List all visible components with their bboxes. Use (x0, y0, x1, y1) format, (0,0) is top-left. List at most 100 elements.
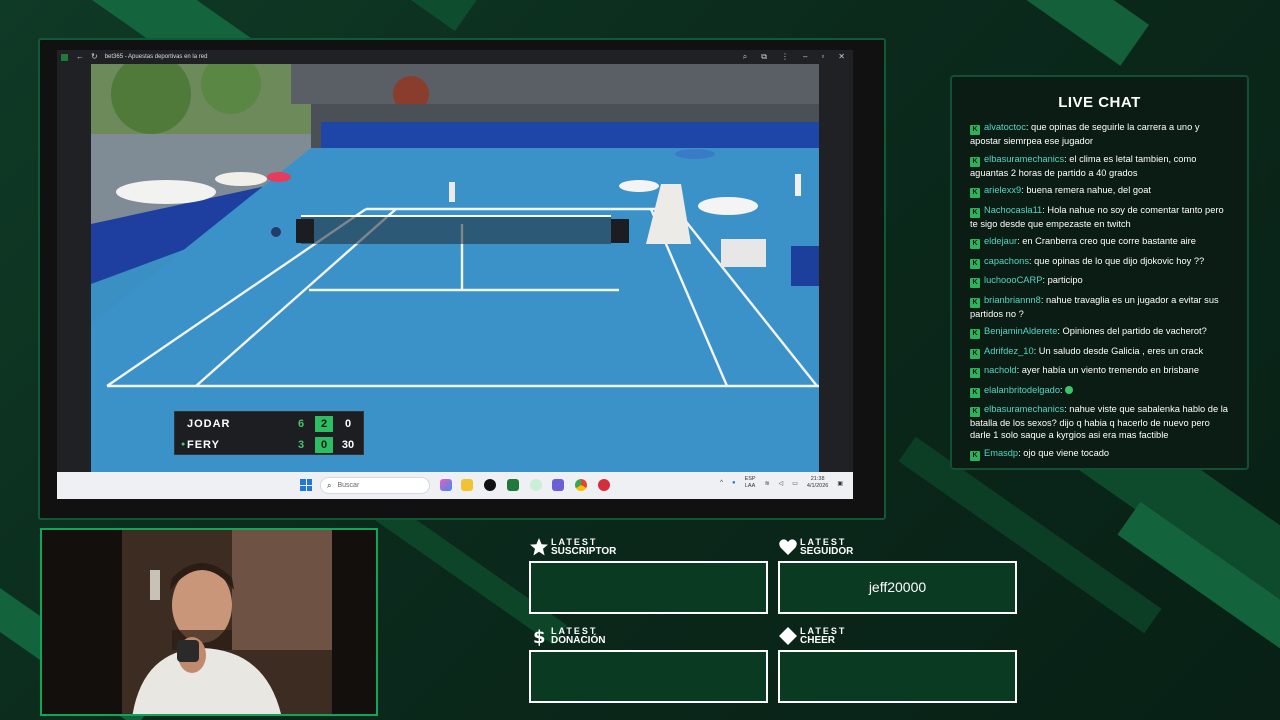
webcam-feed (42, 530, 376, 714)
latest-suscriptor-box (529, 561, 768, 614)
restore-button[interactable]: ▫ (821, 52, 824, 62)
chat-username[interactable]: Nachocasla11 (984, 205, 1042, 215)
latest-donacion-box (529, 650, 768, 703)
chat-badge-icon: K (970, 387, 980, 398)
extensions-icon[interactable]: ⧉ (761, 52, 767, 62)
tennis-video-stream[interactable]: JODAR 6 2 0 ● FERY 3 0 30 (91, 64, 819, 472)
chat-username[interactable]: BenjaminAlderete (984, 326, 1057, 336)
input-language[interactable]: ESP LAA (745, 476, 756, 490)
browser-title: bet365 - Apuestas deportivas en la red (104, 54, 208, 60)
latest-category: DONACIÓN (551, 635, 606, 646)
chat-badge-icon: K (970, 407, 980, 417)
scoreboard-row-player2: ● FERY 3 0 30 (175, 434, 365, 455)
chat-message: Kbrianbriannn8: nahue travaglia es un ju… (970, 294, 1232, 320)
chat-message: K Adrifdez_10: Un saludo desde Galicia , … (970, 345, 1232, 359)
latest-suscriptor-header: LATEST SUSCRIPTOR (529, 537, 616, 557)
chat-badge-icon: K (970, 239, 980, 249)
chat-message: K Emasdp: ojo que viene tocado (970, 447, 1232, 461)
whatsapp-icon[interactable] (530, 479, 542, 491)
chat-username[interactable]: elbasuramechanics (984, 154, 1064, 164)
latest-category: SEGUIDOR (800, 546, 854, 557)
chat-username[interactable]: capachons (984, 256, 1029, 266)
chat-badge-icon: K (970, 329, 980, 339)
language-code: ESP (744, 476, 756, 482)
live-chat-panel: LIVE CHAT Kalvatoctoc: que opinas de seg… (950, 75, 1249, 470)
chat-message: K Nachocasla11: Hola nahue no soy de come… (970, 204, 1232, 230)
chat-badge-icon: K (970, 125, 980, 135)
chat-messages-list: Kalvatoctoc: que opinas de seguirle la c… (970, 121, 1232, 466)
taskbar-clock[interactable]: 21:38 4/1/2026 (807, 476, 828, 490)
chat-message: Keldejaur: en Cranberra creo que corre b… (970, 235, 1232, 249)
clock-date: 4/1/2026 (806, 483, 829, 489)
svg-text:$: $ (533, 627, 546, 646)
latest-cheer-box (778, 650, 1017, 703)
chat-username[interactable]: elalanbritodelgado (984, 385, 1060, 395)
heart-icon (779, 539, 797, 555)
language-layout: LAA (744, 483, 756, 489)
chat-text: : Opiniones del partido de vacherot? (1057, 326, 1207, 336)
latest-seguidor-box: jeff20000 (778, 561, 1017, 614)
dollar-icon: $ (533, 627, 546, 646)
search-icon: ⌕ (327, 480, 332, 490)
media-app-icon[interactable] (598, 479, 610, 491)
latest-donacion-header: $ LATEST DONACIÓN (529, 626, 606, 647)
minimize-button[interactable]: – (803, 52, 807, 62)
chat-message: Karielexx9: buena remera nahue, del goat (970, 184, 1232, 198)
menu-dots-icon[interactable]: ⋮ (781, 52, 789, 62)
chat-username[interactable]: eldejaur (984, 236, 1017, 246)
chat-message: Kelbasuramechanics: nahue viste que saba… (970, 403, 1232, 441)
chat-badge-icon: K (970, 278, 980, 288)
teams-icon[interactable] (552, 479, 564, 491)
wifi-icon[interactable]: ≋ (765, 480, 770, 487)
chat-username[interactable]: elbasuramechanics (984, 404, 1064, 414)
chat-message: Kelbasuramechanics: el clima es letal ta… (970, 153, 1232, 179)
zoom-icon[interactable]: ⌕ (743, 52, 747, 62)
chat-text: : buena remera nahue, del goat (1021, 185, 1151, 195)
chat-message: KluchoooCARP: participo (970, 274, 1232, 288)
emote-icon (1065, 385, 1074, 394)
browser-titlebar: ← ↻ bet365 - Apuestas deportivas en la r… (57, 50, 853, 64)
game-score: 2 (315, 415, 333, 432)
windows-start-icon[interactable] (300, 479, 312, 491)
chat-username[interactable]: Adrifdez_10 (984, 346, 1034, 356)
chat-message: Kalvatoctoc: que opinas de seguirle la c… (970, 121, 1232, 147)
chat-username[interactable]: nachold (984, 365, 1017, 375)
chat-text: : que opinas de lo que dijo djokovic hoy… (1028, 255, 1205, 266)
reload-icon[interactable]: ↻ (91, 50, 98, 64)
chat-message: K BenjaminAlderete: Opiniones del partido… (970, 325, 1232, 339)
volume-icon[interactable]: ◁ (779, 480, 784, 487)
chat-username[interactable]: brianbriannn8 (984, 295, 1041, 305)
point-score: 0 (344, 417, 352, 430)
point-score: 30 (341, 438, 355, 451)
spreadsheet-app-icon[interactable] (507, 479, 519, 491)
chat-text: : en Cranberra creo que corre bastante a… (1017, 236, 1196, 246)
chat-text: : participo (1042, 275, 1083, 285)
chat-username[interactable]: arielexx9 (984, 185, 1021, 195)
notifications-icon[interactable]: ▣ (837, 480, 843, 487)
file-explorer-icon[interactable] (461, 479, 473, 491)
tiktok-icon[interactable] (484, 479, 496, 491)
chat-message: Kelalanbritodelgado: (970, 384, 1232, 398)
copilot-icon[interactable] (440, 479, 452, 491)
chat-text: : Un saludo desde Galicia , eres un crac… (1033, 345, 1204, 356)
chat-text: : ojo que viene tocado (1018, 447, 1110, 458)
clock-time: 21:38 (810, 476, 825, 482)
chat-username[interactable]: luchoooCARP (984, 275, 1042, 285)
battery-icon[interactable]: ▭ (792, 480, 798, 487)
chrome-icon[interactable] (575, 479, 587, 491)
chat-badge-icon: K (970, 156, 980, 167)
game-score: 0 (315, 436, 333, 453)
chat-badge-icon: K (970, 258, 980, 269)
back-arrow-icon[interactable]: ← (76, 50, 84, 64)
chat-username[interactable]: Emasdp (984, 448, 1018, 458)
taskbar-search-input[interactable]: ⌕ Buscar (320, 477, 430, 494)
chat-badge-icon: K (970, 450, 980, 461)
microphone-icon[interactable]: ● (732, 480, 736, 486)
chevron-up-icon[interactable]: ^ (720, 480, 723, 486)
webcam-overlay (40, 528, 378, 716)
close-button[interactable]: ✕ (838, 52, 845, 62)
player-name: FERY (187, 438, 220, 451)
player-name: JODAR (187, 417, 231, 430)
chat-message: Knachold: ayer había un viento tremendo … (970, 364, 1232, 378)
chat-username[interactable]: alvatoctoc (984, 122, 1026, 132)
